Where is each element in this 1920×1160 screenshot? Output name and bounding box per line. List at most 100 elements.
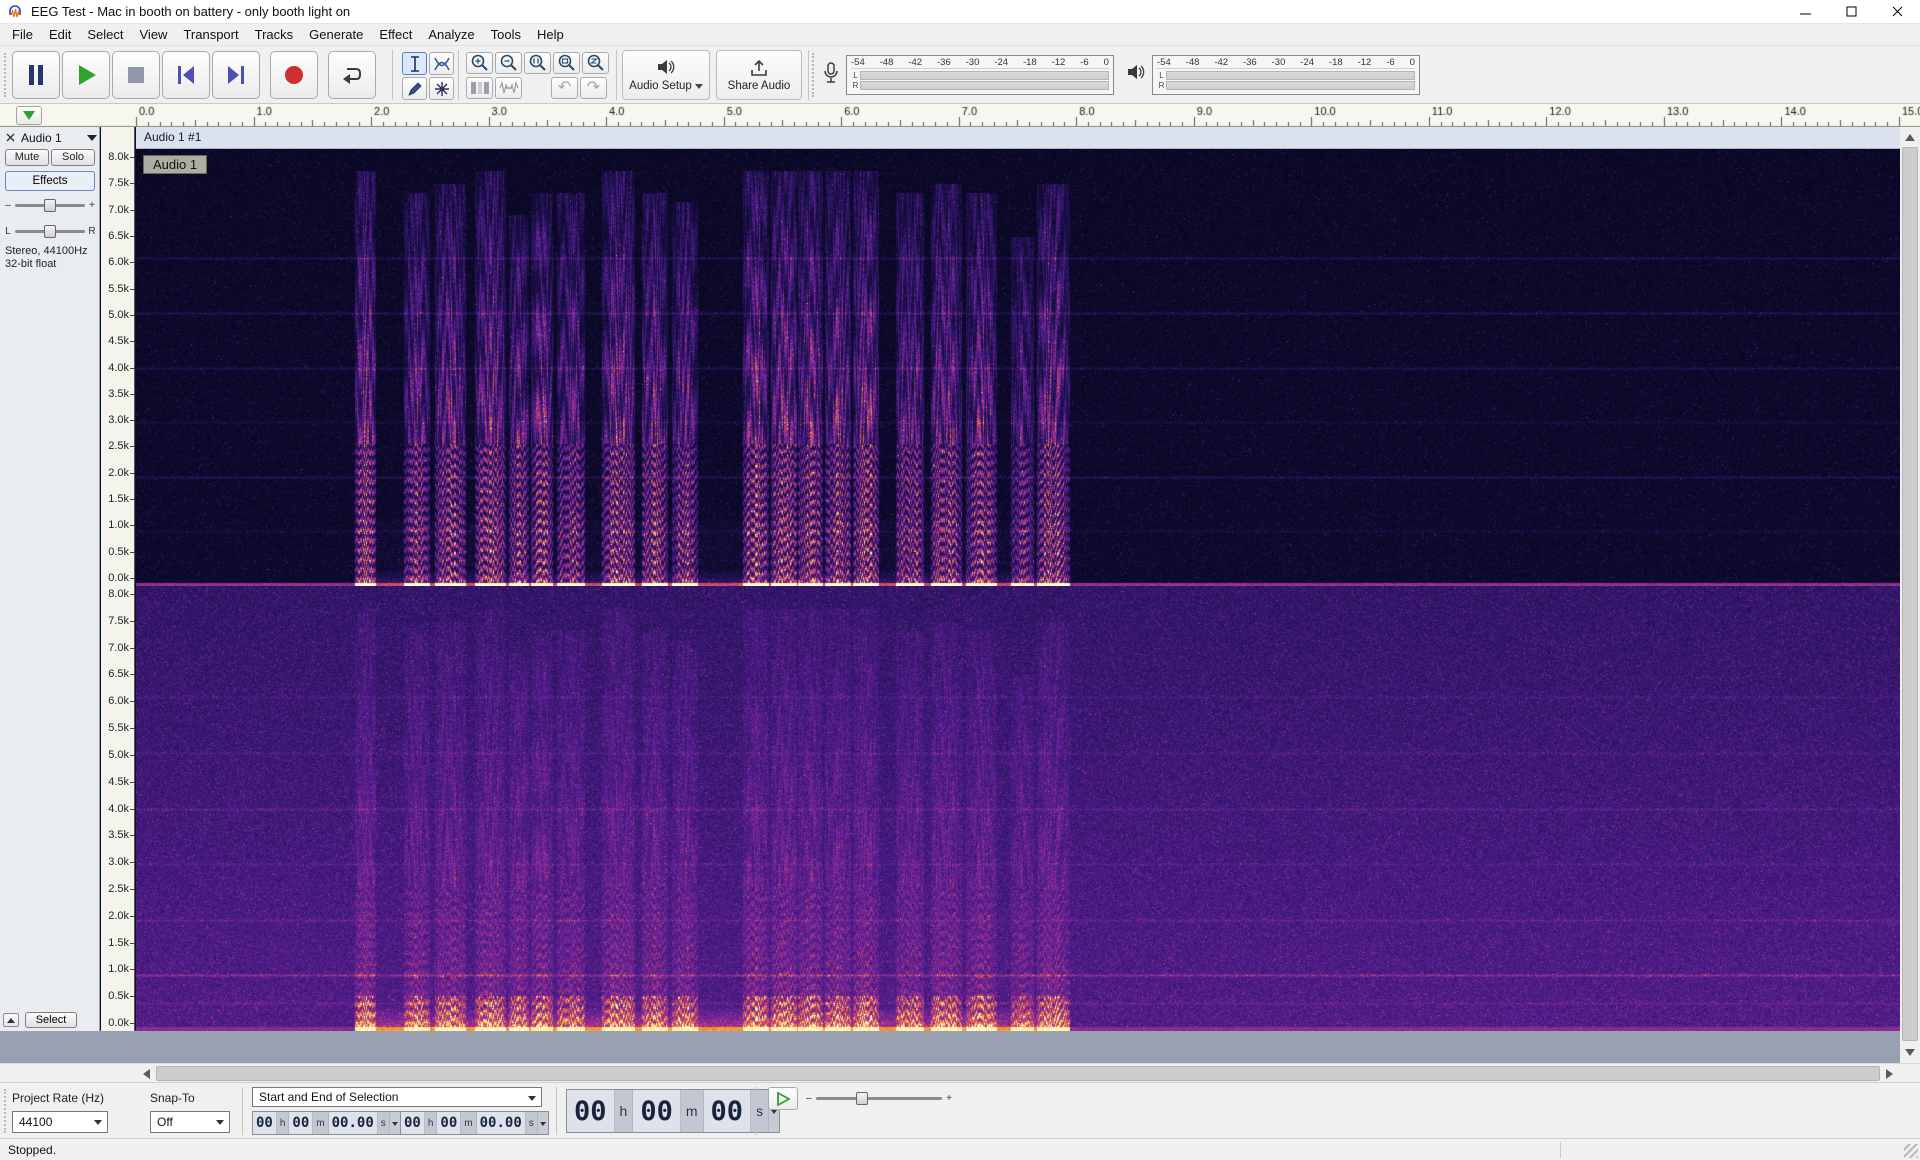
menu-item-file[interactable]: File (4, 25, 41, 44)
time-digit-group[interactable]: 00 (633, 1090, 681, 1132)
time-unit-label[interactable]: h (615, 1090, 634, 1132)
recording-meter[interactable]: -54-48-42-36-30-24-18-12-60 LR (846, 55, 1114, 95)
time-digit-group[interactable]: 00 (567, 1090, 615, 1132)
undo-button[interactable]: ↶ (551, 77, 578, 99)
scroll-right-button[interactable] (1881, 1064, 1900, 1083)
pan-slider-thumb[interactable] (44, 225, 56, 238)
toolbar-grip[interactable] (4, 53, 9, 97)
scroll-down-button[interactable] (1900, 1044, 1920, 1063)
multi-tool-button[interactable] (429, 77, 454, 100)
effects-button[interactable]: Effects (5, 171, 95, 191)
vertical-scroll-thumb[interactable] (1902, 147, 1918, 1041)
draw-tool-button[interactable] (402, 77, 427, 100)
menu-item-tracks[interactable]: Tracks (247, 25, 302, 44)
menu-item-analyze[interactable]: Analyze (420, 25, 482, 44)
menu-item-view[interactable]: View (132, 25, 176, 44)
play-button[interactable] (62, 51, 110, 99)
menu-item-generate[interactable]: Generate (301, 25, 371, 44)
selection-mode-select[interactable]: Start and End of Selection (252, 1087, 542, 1107)
skip-to-end-button[interactable] (212, 51, 260, 99)
share-audio-button[interactable]: Share Audio (716, 50, 802, 100)
selection-start-field[interactable]: 00h00m00.00s (252, 1111, 401, 1135)
audio-setup-button[interactable]: Audio Setup (622, 50, 710, 100)
time-digit-group[interactable]: 00 (253, 1112, 277, 1134)
redo-button[interactable]: ↷ (580, 77, 607, 99)
solo-button[interactable]: Solo (51, 149, 95, 166)
loop-button[interactable] (328, 51, 376, 99)
spectrogram-channel-1[interactable] (136, 149, 1900, 586)
clip-header[interactable]: Audio 1 #1 (136, 127, 1900, 149)
fit-selection-button[interactable] (524, 52, 551, 74)
envelope-tool-button[interactable] (429, 52, 454, 75)
speed-slider-groove[interactable] (816, 1097, 943, 1100)
time-unit-label[interactable]: h (277, 1112, 290, 1134)
record-button[interactable] (270, 51, 318, 99)
time-format-dropdown-arrow[interactable] (390, 1112, 400, 1134)
gain-slider-groove[interactable] (15, 204, 85, 207)
menu-item-help[interactable]: Help (529, 25, 572, 44)
pause-button[interactable] (12, 51, 60, 99)
resize-grip[interactable] (1904, 1144, 1918, 1158)
microphone-icon[interactable] (822, 62, 840, 86)
zoom-out-button[interactable] (495, 52, 522, 74)
pan-slider[interactable]: L R (4, 223, 96, 239)
time-unit-label[interactable]: m (313, 1112, 328, 1134)
playback-speaker-icon[interactable] (1126, 62, 1146, 82)
menu-item-select[interactable]: Select (79, 25, 131, 44)
timeline-options-button[interactable] (16, 106, 42, 125)
maximize-button[interactable] (1828, 0, 1874, 24)
trim-audio-button[interactable] (466, 77, 493, 99)
time-digit-group[interactable]: 00 (289, 1112, 313, 1134)
scroll-left-button[interactable] (136, 1064, 155, 1083)
playback-meter[interactable]: -54-48-42-36-30-24-18-12-60 LR (1152, 55, 1420, 95)
pan-slider-groove[interactable] (15, 230, 85, 233)
selection-tool-button[interactable] (402, 52, 427, 75)
time-digit-group[interactable]: 00 (401, 1112, 425, 1134)
time-digit-group[interactable]: 00.00 (329, 1112, 378, 1134)
menu-item-effect[interactable]: Effect (371, 25, 420, 44)
scroll-up-button[interactable] (1900, 127, 1920, 146)
gain-slider[interactable]: – + (4, 197, 96, 213)
select-track-button[interactable]: Select (25, 1012, 77, 1028)
close-button[interactable] (1874, 0, 1920, 24)
time-digit-group[interactable]: 00.00 (477, 1112, 526, 1134)
silence-audio-button[interactable] (495, 77, 522, 99)
snap-to-select[interactable]: Off (150, 1111, 230, 1133)
meter-grip[interactable] (812, 53, 817, 97)
audio-position-display[interactable]: 00h00m00s (566, 1089, 780, 1133)
track-close-button[interactable] (3, 131, 17, 145)
track-menu-button[interactable] (87, 135, 97, 146)
time-digit-group[interactable]: 00 (437, 1112, 461, 1134)
play-at-speed-button[interactable] (768, 1087, 798, 1110)
timeline-ruler[interactable] (0, 104, 1920, 127)
time-format-dropdown-arrow[interactable] (538, 1112, 548, 1134)
speed-slider-thumb[interactable] (856, 1092, 868, 1105)
collapse-track-button[interactable] (3, 1013, 19, 1027)
horizontal-scrollbar[interactable] (136, 1064, 1900, 1083)
menu-item-tools[interactable]: Tools (483, 25, 529, 44)
minimize-button[interactable] (1782, 0, 1828, 24)
playback-speed-slider[interactable]: – + (806, 1088, 952, 1108)
project-rate-select[interactable]: 44100 (12, 1111, 108, 1133)
zoom-toggle-button[interactable] (582, 52, 609, 74)
menu-item-edit[interactable]: Edit (41, 25, 79, 44)
selection-end-field[interactable]: 00h00m00.00s (400, 1111, 549, 1135)
mute-button[interactable]: Mute (5, 149, 49, 166)
vertical-scrollbar[interactable] (1900, 127, 1920, 1063)
stop-button[interactable] (112, 51, 160, 99)
skip-to-start-button[interactable] (162, 51, 210, 99)
zoom-in-button[interactable] (466, 52, 493, 74)
time-unit-label[interactable]: h (425, 1112, 438, 1134)
frequency-ruler[interactable]: 8.0k7.5k7.0k6.5k6.0k5.5k5.0k4.5k4.0k3.5k… (101, 127, 135, 1031)
time-unit-label[interactable]: m (461, 1112, 476, 1134)
time-unit-label[interactable]: m (681, 1090, 704, 1132)
time-unit-label[interactable]: s (526, 1112, 538, 1134)
menu-item-transport[interactable]: Transport (175, 25, 246, 44)
time-unit-label[interactable]: s (751, 1090, 769, 1132)
time-unit-label[interactable]: s (378, 1112, 390, 1134)
fit-project-button[interactable] (553, 52, 580, 74)
time-digit-group[interactable]: 00 (704, 1090, 752, 1132)
horizontal-scroll-thumb[interactable] (156, 1066, 1880, 1081)
spectrogram-channel-2[interactable] (136, 586, 1900, 1031)
selbar-grip[interactable] (4, 1089, 9, 1133)
